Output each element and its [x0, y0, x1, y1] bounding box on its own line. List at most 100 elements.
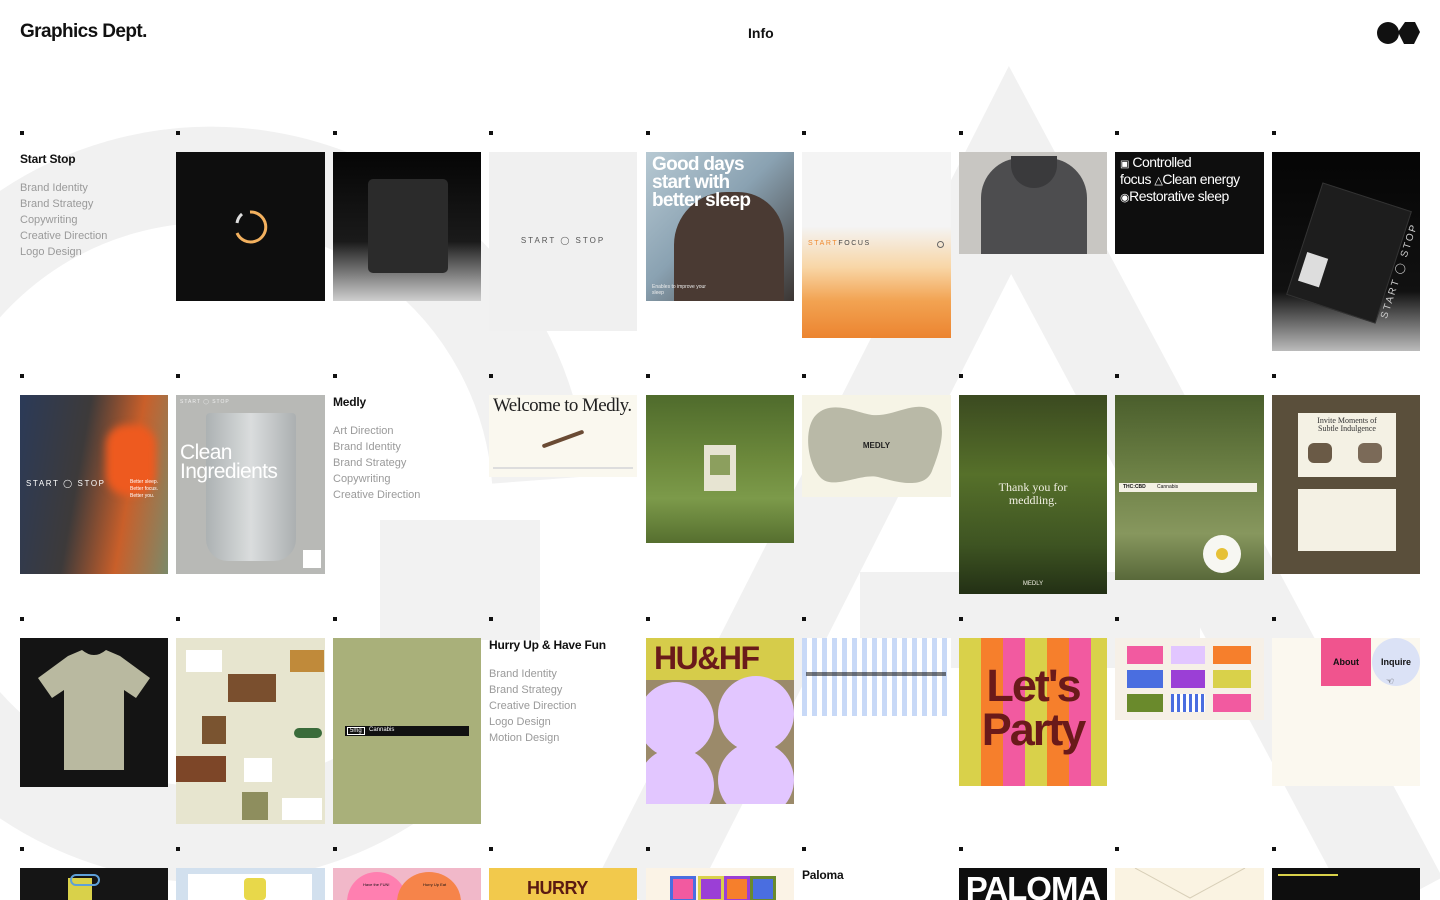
runners-logo-text: START ◯ STOP [26, 479, 106, 488]
grid-marker-dot [489, 131, 493, 135]
tile-thank-you[interactable]: Thank you for meddling. MEDLY [959, 395, 1107, 594]
tag-thc: THC:CBD [1123, 484, 1146, 490]
site-logo[interactable]: Graphics Dept. [20, 21, 147, 43]
benefit-text: focus [1120, 171, 1151, 187]
tile-startstop-pouch[interactable] [333, 152, 481, 301]
welcome-headline: Welcome to Medly. [493, 395, 632, 416]
party-line: Let's [986, 660, 1081, 711]
hurry-wordmark: HURRY [527, 878, 588, 898]
package-box [704, 445, 736, 491]
project-info-medly[interactable]: Medly Art Direction Brand Identity Brand… [333, 395, 483, 503]
invite-line: Subtle Indulgence [1318, 424, 1376, 433]
grid-marker-dot [959, 374, 963, 378]
tile-striped-banner[interactable] [802, 638, 951, 716]
tile-row4-1[interactable] [20, 868, 168, 900]
tile-medly-field[interactable] [646, 395, 794, 543]
tile-medly-green[interactable]: 5mg Cannabis [333, 638, 481, 824]
lilac-circle [718, 742, 794, 804]
package-label: START ◯ STOP [1379, 222, 1420, 321]
sticker [1171, 694, 1205, 712]
sticker [1171, 670, 1205, 688]
project-services-list: Art Direction Brand Identity Brand Strat… [333, 423, 483, 503]
nav-info-link[interactable]: Info [748, 25, 774, 41]
product-image [1308, 443, 1332, 463]
banner-text-strip [806, 672, 946, 676]
tile-invite-moments[interactable]: Invite Moments of Subtle Indulgence [1272, 395, 1420, 574]
grid-marker-dot [959, 847, 963, 851]
sticker [698, 876, 724, 900]
tile-medly-packaging[interactable] [176, 638, 325, 824]
tile-sticker-grid[interactable] [1115, 638, 1264, 720]
tile-huhf[interactable]: HU&HF [646, 638, 794, 804]
tile-row4-5[interactable] [646, 868, 794, 900]
grid-marker-dot [489, 374, 493, 378]
grid-marker-dot [646, 617, 650, 621]
tile-startfocus[interactable]: STARTFOCUS [802, 152, 951, 338]
project-title[interactable]: Start Stop [20, 152, 170, 166]
service-item: Brand Strategy [20, 198, 94, 210]
tile-startstop-logo[interactable]: START ◯ STOP [489, 152, 637, 331]
grid-marker-dot [333, 131, 337, 135]
benefit-text: Restorative sleep [1129, 188, 1229, 204]
qr-code-icon [303, 550, 321, 568]
sticker [1171, 646, 1205, 664]
tile-lets-party[interactable]: Let's Party [959, 638, 1107, 786]
tile-startstop-ring[interactable] [176, 152, 325, 301]
box [202, 716, 226, 744]
side-text: Better sleep. [130, 479, 159, 485]
project-info-paloma[interactable]: Paloma [802, 868, 952, 896]
tile-row4-9[interactable] [1272, 868, 1420, 900]
circle-icon: ◉ [1120, 192, 1130, 204]
tile-paloma[interactable]: PALOMA [959, 868, 1107, 900]
paloma-wordmark: PALOMA [965, 870, 1102, 900]
service-item: Copywriting [20, 214, 78, 226]
tile-about-inquire[interactable]: About Inquire ☜ [1272, 638, 1420, 786]
about-button[interactable]: About [1321, 638, 1371, 686]
service-item: Brand Identity [489, 668, 557, 680]
tile-thc-cbd[interactable]: THC:CBD Cannabis [1115, 395, 1264, 580]
box [176, 756, 226, 782]
project-title[interactable]: Medly [333, 395, 483, 409]
service-item: Creative Direction [20, 230, 108, 242]
grid-marker-dot [1115, 374, 1119, 378]
grid-marker-dot [802, 374, 806, 378]
project-info-start-stop[interactable]: Start Stop Brand Identity Brand Strategy… [20, 152, 170, 260]
tile-row4-2[interactable] [176, 868, 325, 900]
tile-row4-4[interactable]: HURRY [489, 868, 637, 900]
tile-hoodie[interactable] [959, 152, 1107, 254]
tile-tshirt[interactable] [20, 638, 168, 787]
service-item: Brand Identity [20, 182, 88, 194]
tag-bar: 5mg Cannabis [345, 726, 469, 736]
lilac-circle [646, 682, 714, 758]
daisy-center [1216, 548, 1228, 560]
tile-row4-8[interactable] [1115, 868, 1264, 900]
blob-label: MEDLY [862, 441, 891, 450]
benefit-text: Controlled [1132, 154, 1192, 170]
small-caption: Enables to improve your sleep [652, 284, 706, 296]
tile-good-days[interactable]: Good days start with better sleep Enable… [646, 152, 794, 301]
tile-medly-blob[interactable]: MEDLY [802, 395, 951, 497]
grid-marker-dot [959, 617, 963, 621]
tile-welcome-medly[interactable]: Welcome to Medly. [489, 395, 637, 477]
grid-marker-dot [20, 131, 24, 135]
project-title[interactable]: Hurry Up & Have Fun [489, 638, 639, 652]
lilac-circle [718, 676, 794, 752]
party-line: Party [981, 704, 1087, 755]
tile-row4-3[interactable]: Have the FUN! Hurry Up Eat [333, 868, 481, 900]
project-info-hurry-up[interactable]: Hurry Up & Have Fun Brand Identity Brand… [489, 638, 639, 746]
sticker [1127, 694, 1163, 712]
tile-clean-ingredients[interactable]: START ◯ STOP Clean Ingredients [176, 395, 325, 574]
project-title[interactable]: Paloma [802, 868, 952, 882]
inquire-button[interactable]: Inquire [1372, 638, 1420, 686]
brand-mark-icon[interactable] [1376, 20, 1420, 46]
cursor-hand-icon: ☜ [1386, 676, 1395, 686]
tile-controlled-focus[interactable]: ▣ Controlled focus △Clean energy ◉Restor… [1115, 152, 1264, 254]
grid-marker-dot [20, 847, 24, 851]
grid-marker-dot [333, 617, 337, 621]
grid-marker-dot [489, 617, 493, 621]
service-item: Brand Identity [333, 441, 401, 453]
tile-startstop-runners[interactable]: START ◯ STOP Better sleep. Better focus.… [20, 395, 168, 574]
grid-marker-dot [20, 374, 24, 378]
pink-text: Have the FUN! [363, 882, 390, 887]
tile-startstop-package[interactable]: START ◯ STOP [1272, 152, 1420, 351]
